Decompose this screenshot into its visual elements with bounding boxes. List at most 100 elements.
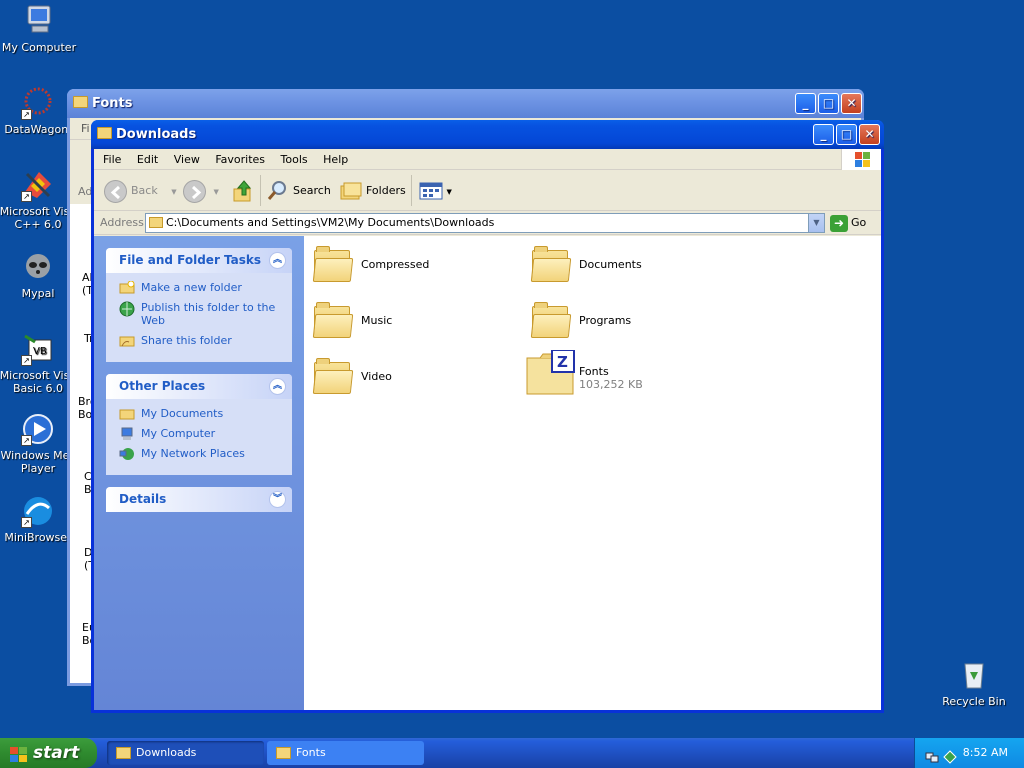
panel-header[interactable]: Other Places ︽	[106, 374, 292, 399]
collapse-chevron-icon[interactable]: ︽	[269, 252, 286, 269]
address-bar: Address C:\Documents and Settings\VM2\My…	[94, 211, 881, 235]
back-dropdown-icon[interactable]: ▼	[171, 188, 176, 196]
folder-item[interactable]: Compressed	[312, 246, 514, 294]
desktop-icon-mypal[interactable]: Mypal	[0, 250, 77, 300]
close-button[interactable]: ✕	[859, 124, 880, 145]
menu-tools[interactable]: Tools	[275, 149, 314, 170]
taskbar-button-label: Downloads	[136, 746, 197, 759]
folders-icon	[339, 182, 366, 200]
desktop-icon-label: My Computer	[1, 41, 77, 54]
address-value: C:\Documents and Settings\VM2\My Documen…	[166, 216, 495, 229]
shortcut-arrow-icon: ↗	[21, 191, 32, 202]
window-title: Fonts	[92, 96, 133, 111]
system-tray: 8:52 AM	[914, 738, 1024, 768]
my-computer-icon	[22, 4, 56, 38]
folder-icon	[312, 302, 354, 340]
folder-icon	[116, 747, 131, 759]
search-button[interactable]: Search	[266, 176, 331, 205]
close-button[interactable]: ✕	[841, 93, 862, 114]
minimize-button[interactable]: _	[813, 124, 834, 145]
start-button[interactable]: start	[0, 738, 97, 768]
folder-item[interactable]: Documents	[530, 246, 732, 294]
task-publish-web[interactable]: Publish this folder to the Web	[119, 301, 292, 327]
views-button[interactable]: ▼	[419, 176, 452, 205]
address-dropdown-button[interactable]: ▼	[808, 214, 824, 232]
folder-icon	[276, 747, 291, 759]
menu-file[interactable]: File	[94, 149, 127, 170]
back-button[interactable]: Back ▼	[104, 176, 177, 205]
address-input[interactable]: C:\Documents and Settings\VM2\My Documen…	[145, 213, 825, 233]
panel-header[interactable]: Details ︾	[106, 487, 292, 512]
folders-label: Folders	[366, 184, 406, 197]
folder-item[interactable]: Video	[312, 358, 514, 406]
desktop-icon-label: Windows Mec Player	[0, 449, 76, 475]
toolbar: Back ▼ ▼ Search Folders ▼	[94, 170, 881, 211]
desktop-icon-vb6[interactable]: VB ↗ Microsoft Visu Basic 6.0	[0, 332, 77, 395]
svg-text:Z: Z	[557, 353, 568, 371]
back-label: Back	[131, 184, 158, 197]
downloads-window[interactable]: Downloads _ □ ✕ File Edit View Favorites…	[91, 120, 884, 713]
up-folder-button[interactable]	[232, 176, 254, 205]
place-my-network-places[interactable]: My Network Places	[119, 447, 292, 460]
taskbar-button-label: Fonts	[296, 746, 326, 759]
maximize-button[interactable]: □	[836, 124, 857, 145]
my-computer-icon	[119, 427, 135, 440]
new-folder-icon	[119, 280, 135, 294]
shortcut-arrow-icon: ↗	[21, 517, 32, 528]
search-label: Search	[293, 184, 331, 197]
mypal-raccoon-icon	[21, 250, 55, 284]
recycle-bin-icon	[957, 658, 991, 692]
window-title: Downloads	[116, 127, 197, 142]
desktop-icon-media-player[interactable]: ↗ Windows Mec Player	[0, 412, 77, 475]
expand-chevron-icon[interactable]: ︾	[269, 491, 286, 508]
folder-name: Documents	[579, 258, 642, 271]
file-size: 103,252 KB	[579, 378, 643, 391]
network-tray-icon[interactable]	[925, 746, 939, 768]
panel-header[interactable]: File and Folder Tasks ︽	[106, 248, 292, 273]
maximize-button[interactable]: □	[818, 93, 839, 114]
folders-button[interactable]: Folders	[339, 176, 406, 205]
folder-item[interactable]: Programs	[530, 302, 732, 350]
clock[interactable]: 8:52 AM	[963, 746, 1008, 759]
go-button[interactable]: ➜ Go	[830, 213, 866, 233]
desktop-icon-minibrowser[interactable]: ↗ MiniBrowser	[0, 494, 77, 544]
desktop-icon-my-computer[interactable]: My Computer	[0, 4, 78, 54]
zip-file-item[interactable]: Z Fonts 103,252 KB	[526, 349, 736, 398]
collapse-chevron-icon[interactable]: ︽	[269, 378, 286, 395]
menu-favorites[interactable]: Favorites	[209, 149, 271, 170]
other-places-panel: Other Places ︽ My Documents My Computer …	[106, 374, 292, 475]
windows-flag-icon	[9, 744, 28, 762]
desktop-icon-label: Microsoft Visu Basic 6.0	[0, 369, 77, 395]
place-my-computer[interactable]: My Computer	[119, 427, 292, 440]
task-share-folder[interactable]: Share this folder	[119, 334, 292, 347]
security-tray-icon[interactable]	[943, 746, 957, 768]
desktop-icon-recycle-bin[interactable]: Recycle Bin	[935, 658, 1013, 708]
menu-help[interactable]: Help	[317, 149, 354, 170]
panel-body: Make a new folder Publish this folder to…	[106, 273, 292, 362]
task-make-new-folder[interactable]: Make a new folder	[119, 280, 292, 294]
network-places-icon	[119, 447, 135, 460]
back-arrow-icon	[104, 179, 127, 203]
folder-item[interactable]: Music	[312, 302, 514, 350]
fonts-window-titlebar[interactable]: Fonts _ □ ✕	[67, 89, 864, 118]
visual-basic-icon: VB ↗	[21, 332, 55, 366]
panel-title: File and Folder Tasks	[119, 253, 262, 267]
forward-button[interactable]: ▼	[183, 176, 219, 205]
place-my-documents[interactable]: My Documents	[119, 407, 292, 420]
up-folder-icon	[232, 180, 254, 202]
desktop-icon-msvc[interactable]: ↗ Microsoft Visu C++ 6.0	[0, 168, 77, 231]
folder-name: Programs	[579, 314, 632, 327]
taskbar-button-downloads[interactable]: Downloads	[107, 741, 264, 765]
downloads-window-titlebar[interactable]: Downloads _ □ ✕	[91, 120, 884, 149]
forward-dropdown-icon[interactable]: ▼	[214, 188, 219, 196]
menu-edit[interactable]: Edit	[131, 149, 164, 170]
minimize-button[interactable]: _	[795, 93, 816, 114]
desktop-icon-label: Recycle Bin	[942, 695, 1006, 708]
taskbar-button-fonts[interactable]: Fonts	[267, 741, 424, 765]
menu-view[interactable]: View	[168, 149, 206, 170]
folder-name: Compressed	[361, 258, 430, 271]
task-pane: File and Folder Tasks ︽ Make a new folde…	[94, 236, 304, 710]
go-label: Go	[851, 216, 867, 229]
desktop-icon-datawagon[interactable]: ↗ DataWagon.	[0, 86, 77, 136]
minibrowser-icon: ↗	[21, 494, 55, 528]
